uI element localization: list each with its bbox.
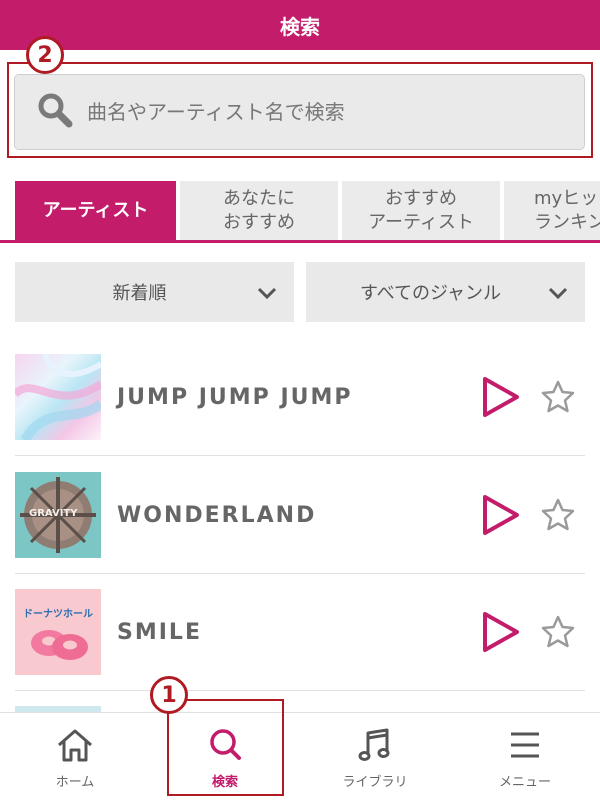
song-title: SMILE (117, 619, 202, 645)
play-icon[interactable] (477, 373, 523, 421)
album-art: GRAVITY (15, 472, 101, 558)
divider (15, 573, 585, 574)
album-art-text: GRAVITY (29, 508, 78, 519)
callout-number-2: 2 (26, 36, 64, 74)
play-icon[interactable] (477, 608, 523, 656)
chevron-down-icon (548, 287, 568, 300)
nav-home[interactable]: ホーム (0, 713, 150, 800)
play-icon[interactable] (477, 491, 523, 539)
tab-recommended-artists[interactable]: おすすめ アーティスト (342, 181, 500, 243)
divider (15, 455, 585, 456)
nav-library[interactable]: ライブラリ (300, 713, 450, 800)
search-callout-frame (7, 62, 593, 158)
home-icon (58, 729, 92, 761)
star-icon[interactable] (540, 379, 576, 415)
album-art-text: ドーナツホール (23, 609, 93, 620)
list-item[interactable]: ドーナツホール SMILE (15, 589, 585, 675)
tab-recommended-for-you[interactable]: あなたに おすすめ (180, 181, 338, 243)
star-icon[interactable] (540, 614, 576, 650)
star-icon[interactable] (540, 497, 576, 533)
page-title: 検索 (280, 14, 320, 39)
nav-menu[interactable]: メニュー (450, 713, 600, 800)
sort-label: 新着順 (112, 283, 167, 304)
nav-library-label: ライブラリ (342, 774, 408, 790)
nav-home-label: ホーム (55, 774, 95, 790)
album-art (15, 354, 101, 440)
genre-dropdown[interactable]: すべてのジャンル (306, 262, 585, 322)
nav-callout-frame (167, 699, 284, 796)
tab-artist[interactable]: アーティスト (15, 181, 176, 243)
chevron-down-icon (257, 287, 277, 300)
app-header: 検索 (0, 0, 600, 50)
song-title: WONDERLAND (117, 502, 317, 528)
tab-bar: アーティスト あなたに おすすめ おすすめ アーティスト myヒッ ランキン (15, 181, 600, 243)
list-item[interactable]: JUMP JUMP JUMP (15, 354, 585, 440)
album-art: ドーナツホール (15, 589, 101, 675)
bottom-nav: ホーム 検索 ライブラリ メニュー (0, 712, 600, 800)
divider (15, 690, 585, 691)
sort-dropdown[interactable]: 新着順 (15, 262, 294, 322)
list-item[interactable]: GRAVITY WONDERLAND (15, 472, 585, 558)
hamburger-menu-icon (511, 732, 539, 757)
song-title: JUMP JUMP JUMP (117, 384, 353, 410)
callout-number-1: 1 (150, 676, 188, 714)
genre-label: すべてのジャンル (359, 283, 502, 304)
music-note-icon (358, 728, 390, 761)
nav-menu-label: メニュー (498, 774, 551, 790)
tab-my-hit-ranking[interactable]: myヒッ ランキン (504, 181, 600, 243)
